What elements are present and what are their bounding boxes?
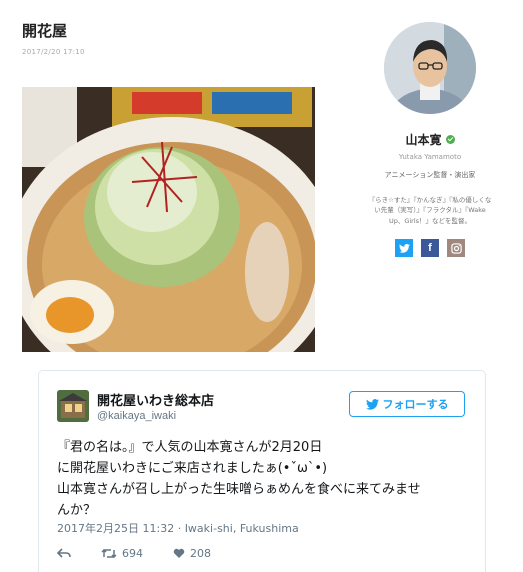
profile-roman-name: Yutaka Yamamoto	[398, 153, 462, 161]
like-count: 208	[190, 547, 211, 560]
profile-bio: 『らき☆すた』『かんなぎ』『私の優しくない先輩（実写）』『フラクタル』『Wake…	[368, 196, 492, 225]
post-date: 2017/2/20 17:10	[22, 48, 85, 56]
tweet-location[interactable]: Iwaki-shi, Fukushima	[185, 522, 299, 535]
follow-label: フォローする	[382, 398, 449, 411]
tweet-text-line: に開花屋いわきにご来店されましたぁ(•ˇωˋ•)	[57, 461, 328, 476]
retweet-button[interactable]: 694	[101, 547, 143, 560]
like-button[interactable]: 208	[173, 547, 211, 560]
verified-icon	[445, 135, 455, 144]
reply-button[interactable]	[57, 548, 71, 559]
twitter-icon[interactable]	[395, 239, 413, 258]
profile-name-row: 山本寛	[360, 131, 500, 148]
meta-separator: ·	[177, 522, 182, 535]
reply-icon	[57, 548, 71, 558]
tweet-actions: 694 208	[57, 547, 241, 560]
instagram-icon[interactable]	[447, 239, 465, 258]
profile-role: アニメーション監督・演出家	[384, 171, 476, 179]
social-links: f	[360, 239, 500, 258]
profile-name: 山本寛	[405, 133, 442, 147]
tweet-text-line: 『君の名は。』で人気の山本寛さんが2月20日	[57, 440, 323, 455]
twitter-bird-icon	[365, 398, 379, 410]
tweet-text-line: 山本寛さんが召し上がった生味噌らぁめんを食べに来てみませ	[57, 482, 421, 497]
tweet-timestamp[interactable]: 2017年2月25日 11:32	[57, 522, 174, 535]
retweet-icon	[101, 548, 117, 559]
avatar[interactable]	[384, 22, 476, 114]
page-title: 開花屋	[22, 22, 68, 40]
tweet-handle[interactable]: @kaikaya_iwaki	[97, 410, 176, 422]
embedded-tweet: 開花屋いわき総本店 @kaikaya_iwaki フォローする 『君の名は。』で…	[38, 370, 486, 572]
tweet-meta: 2017年2月25日 11:32 · Iwaki-shi, Fukushima	[57, 520, 299, 536]
tweet-display-name[interactable]: 開花屋いわき総本店	[97, 390, 214, 409]
tweet-text: 『君の名は。』で人気の山本寛さんが2月20日 に開花屋いわきにご来店されましたぁ…	[57, 437, 475, 521]
follow-button[interactable]: フォローする	[349, 391, 465, 417]
facebook-icon[interactable]: f	[421, 239, 439, 258]
heart-icon	[173, 548, 185, 558]
tweet-avatar[interactable]	[57, 390, 89, 422]
author-profile: 山本寛 Yutaka Yamamoto アニメーション監督・演出家 『らき☆すた…	[360, 22, 500, 258]
retweet-count: 694	[122, 547, 143, 560]
tweet-text-line: んか？	[57, 503, 97, 518]
ramen-photo	[22, 87, 315, 352]
